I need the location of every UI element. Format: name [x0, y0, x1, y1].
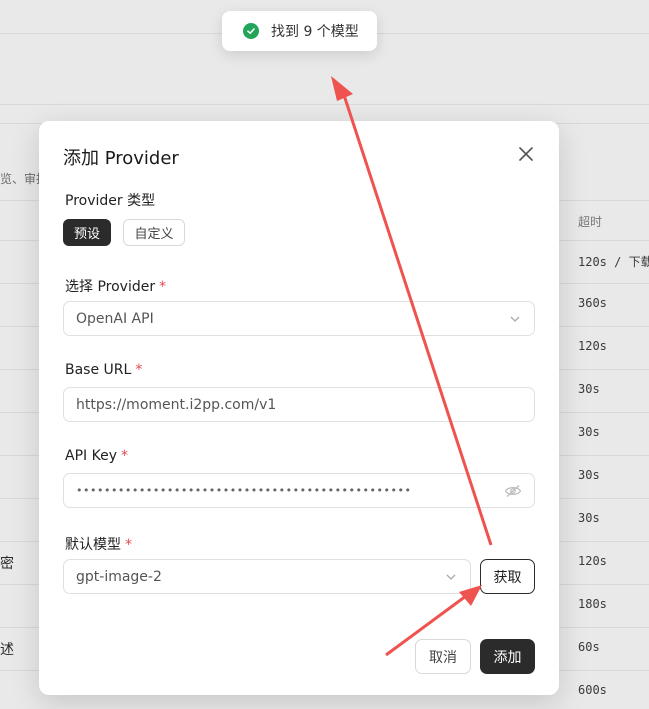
provider-type-label: Provider 类型: [65, 193, 156, 209]
timeout-cell: 30s: [578, 468, 600, 482]
divider: [0, 104, 649, 105]
timeout-cell: 360s: [578, 296, 607, 310]
required-marker: *: [159, 279, 167, 295]
default-model-label: 默认模型 *: [65, 537, 132, 553]
required-marker: *: [125, 537, 132, 553]
chevron-down-icon: [444, 570, 458, 584]
close-button[interactable]: [517, 145, 535, 163]
timeout-column-header: 超时: [578, 215, 603, 229]
timeout-cell: 180s: [578, 597, 607, 611]
timeout-cell: 120s / 下载: [578, 255, 649, 269]
timeout-cell: 30s: [578, 425, 600, 439]
provider-type-preset-tab[interactable]: 预设: [63, 219, 111, 246]
eye-off-icon[interactable]: [504, 484, 522, 498]
background-row-snippet: 密: [0, 555, 14, 571]
base-url-value: https://moment.i2pp.com/v1: [76, 396, 277, 413]
select-provider-label: 选择 Provider *: [65, 279, 167, 295]
base-url-input[interactable]: https://moment.i2pp.com/v1: [63, 387, 535, 422]
timeout-cell: 120s: [578, 554, 607, 568]
toast-text: 找到 9 个模型: [271, 24, 359, 40]
success-toast: 找到 9 个模型: [222, 11, 377, 51]
api-key-label: API Key *: [65, 448, 128, 464]
check-circle-icon: [243, 23, 259, 39]
timeout-cell: 120s: [578, 339, 607, 353]
default-model-value: gpt-image-2: [76, 568, 162, 585]
background-row-snippet: 述: [0, 641, 14, 657]
base-url-label: Base URL *: [65, 362, 143, 378]
timeout-cell: 30s: [578, 511, 600, 525]
dialog-title: 添加 Provider: [63, 148, 179, 169]
provider-type-custom-tab[interactable]: 自定义: [123, 219, 185, 246]
chevron-down-icon: [508, 312, 522, 326]
add-provider-dialog: 添加 Provider Provider 类型 预设 自定义 选择 Provid…: [39, 121, 559, 695]
provider-select-value: OpenAI API: [76, 310, 154, 327]
required-marker: *: [135, 362, 143, 378]
cancel-button[interactable]: 取消: [415, 639, 471, 674]
timeout-cell: 600s: [578, 683, 607, 697]
timeout-cell: 60s: [578, 640, 600, 654]
default-model-select[interactable]: gpt-image-2: [63, 559, 471, 594]
timeout-cell: 30s: [578, 382, 600, 396]
api-key-input[interactable]: ••••••••••••••••••••••••••••••••••••••••…: [63, 473, 535, 508]
required-marker: *: [120, 448, 128, 464]
add-button[interactable]: 添加: [480, 639, 535, 674]
close-icon: [519, 147, 533, 161]
provider-select[interactable]: OpenAI API: [63, 301, 535, 336]
api-key-masked-value: ••••••••••••••••••••••••••••••••••••••••…: [76, 484, 412, 497]
fetch-models-button[interactable]: 获取: [480, 559, 535, 594]
